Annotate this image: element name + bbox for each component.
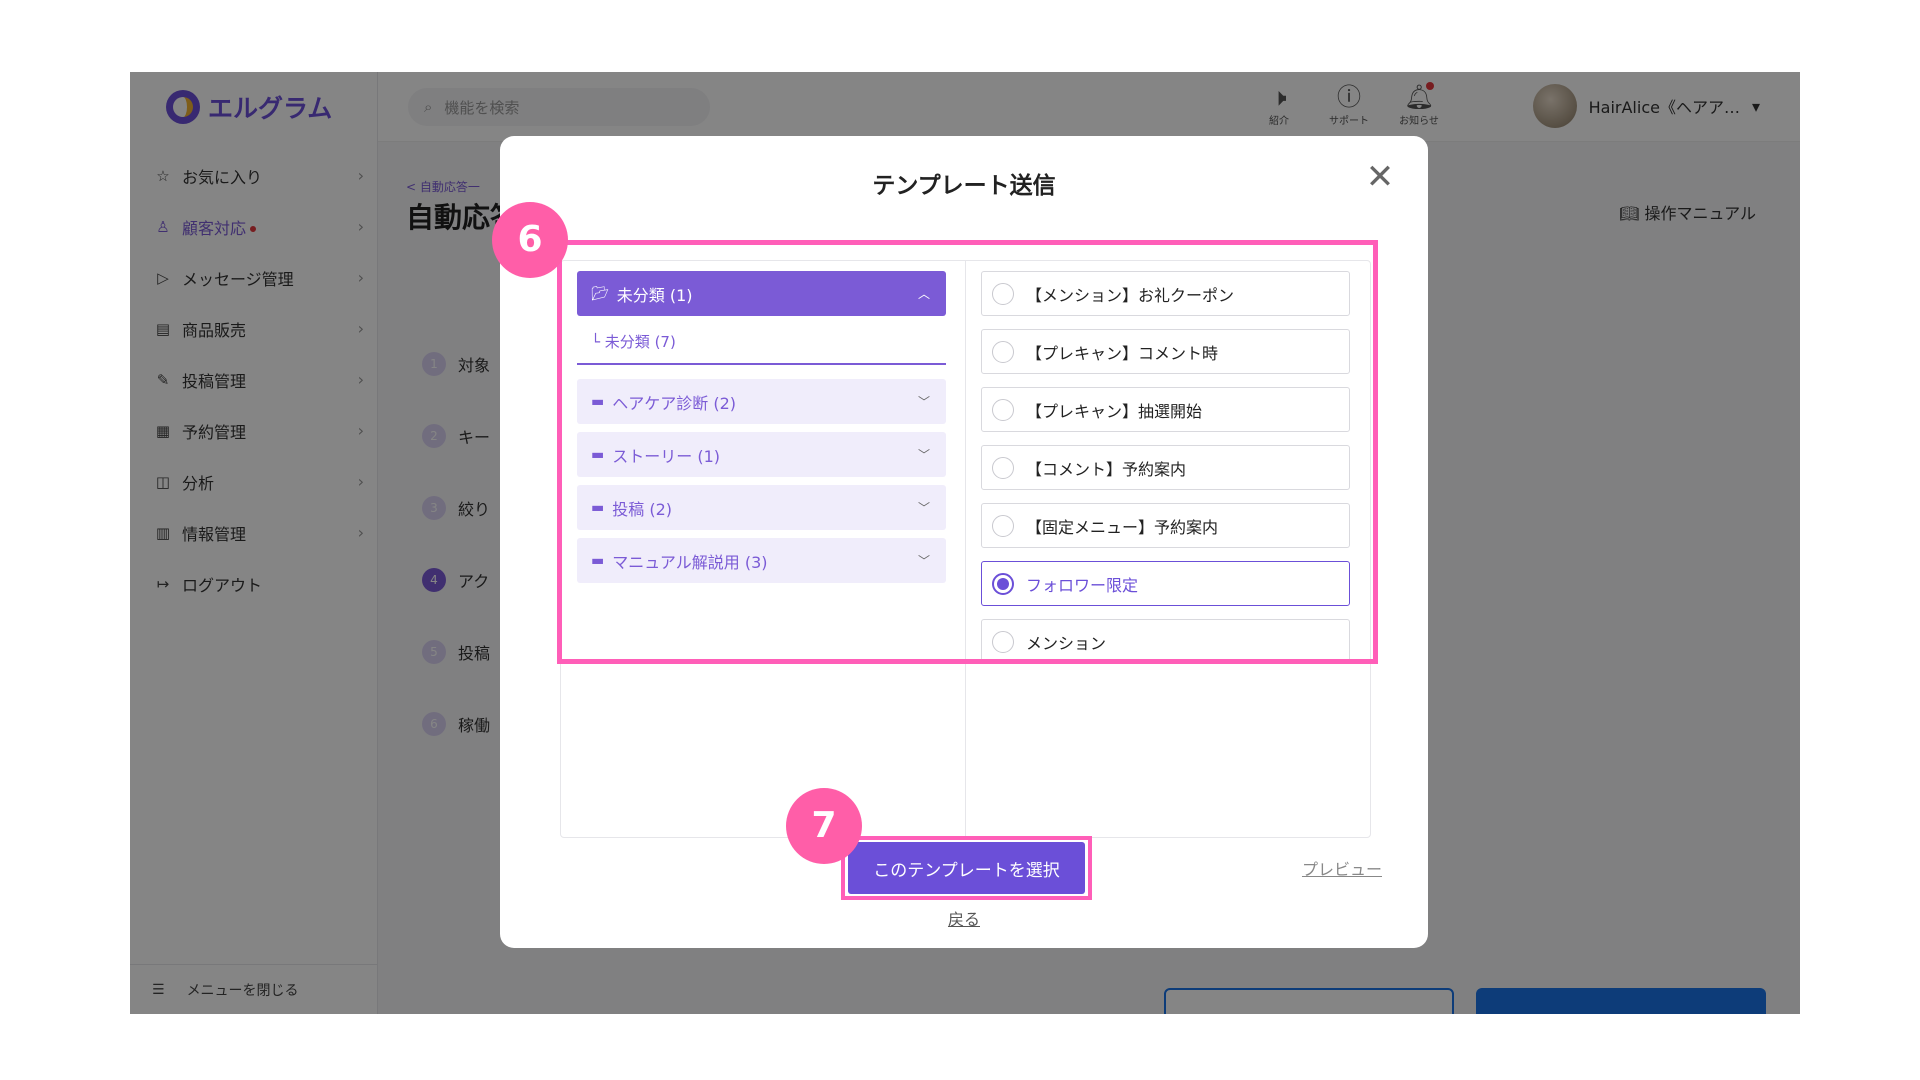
close-icon[interactable]: ✕ [1362, 160, 1398, 196]
back-link[interactable]: 戻る [500, 906, 1428, 930]
select-template-button[interactable]: このテンプレートを選択 [848, 842, 1085, 894]
modal-title: テンプレート送信 [872, 173, 1056, 199]
step-badge-6: 6 [492, 202, 568, 278]
step-badge-7: 7 [786, 788, 862, 864]
preview-link[interactable]: プレビュー [1302, 856, 1382, 880]
highlight-frame-list [557, 240, 1378, 664]
